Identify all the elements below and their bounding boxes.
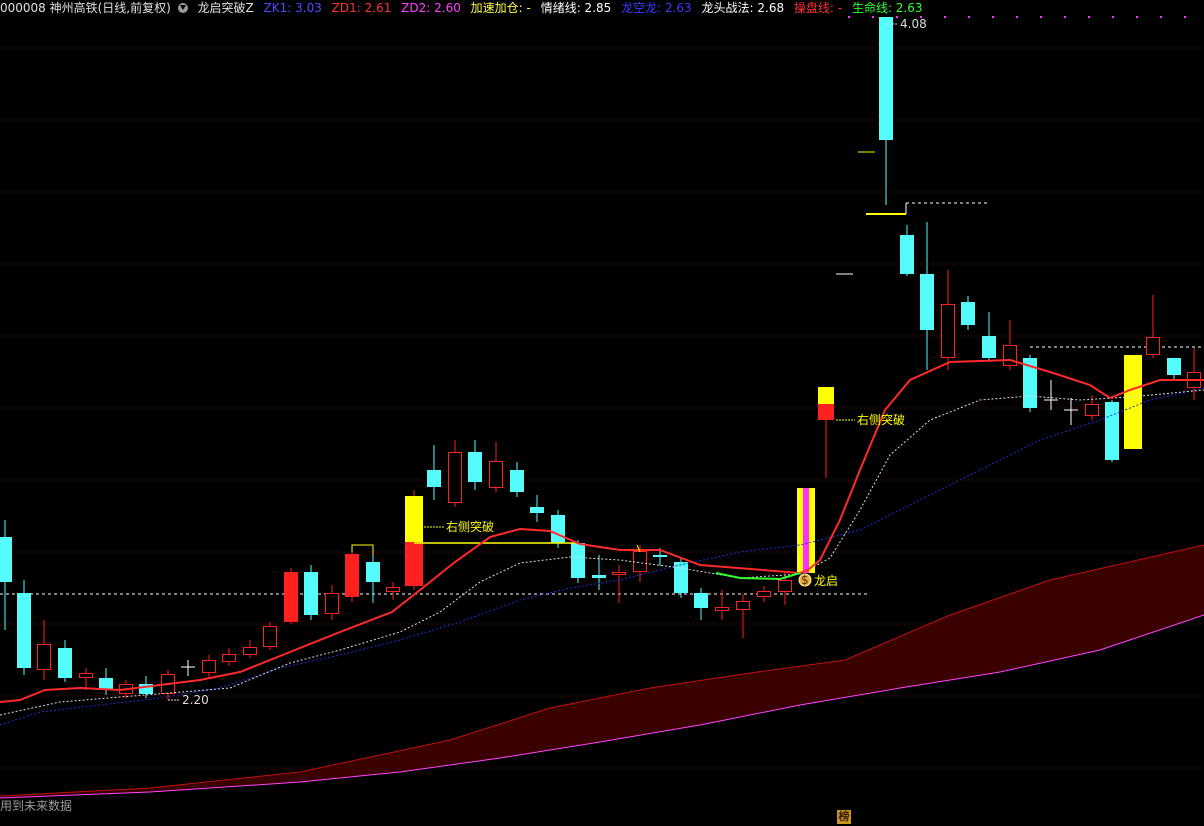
coin-symbol: $	[801, 573, 809, 587]
candle-body	[961, 302, 975, 325]
candle-body	[427, 470, 441, 487]
indicator-value-dragon-head: 龙头战法: 2.68	[701, 1, 785, 15]
candle-body	[551, 515, 565, 543]
life-line-segment	[715, 572, 801, 581]
breakout-bar	[818, 404, 834, 420]
header-dot	[1160, 16, 1162, 18]
candle-body	[920, 274, 934, 330]
indicator-value-zd2: ZD2: 2.60	[401, 1, 461, 15]
candle-body	[37, 644, 51, 670]
candle-body	[715, 607, 729, 611]
candle-body	[879, 17, 893, 140]
candle-body	[612, 572, 626, 575]
future-data-note: 用到未来数据	[0, 799, 73, 813]
indicator-value-zk1: ZK1: 3.03	[263, 1, 322, 15]
candle-body	[757, 591, 771, 597]
header-dot	[992, 16, 994, 18]
header-dot	[1184, 16, 1186, 18]
candle-body	[222, 654, 236, 662]
candle-body	[510, 470, 524, 492]
candle-body	[284, 572, 298, 622]
candle-body	[489, 461, 503, 488]
stock-title[interactable]: 000008 神州高铁(日线,前复权)	[0, 1, 171, 15]
high-price-label: 4.08	[900, 17, 927, 31]
indicator-value-sentiment: 情绪线: 2.85	[540, 1, 612, 15]
candle-body	[79, 673, 93, 678]
indicator-value-zd1: ZD1: 2.61	[331, 1, 392, 15]
candle-body	[633, 551, 647, 572]
indicator-name[interactable]: 龙启突破Z	[197, 1, 253, 15]
indicator-value-dragon-short: 龙空龙: 2.63	[621, 1, 692, 15]
candle-body	[1105, 402, 1119, 460]
candle-body	[366, 562, 380, 582]
low-price-label: 2.20	[182, 693, 209, 707]
indicator-value-accelerate: 加速加仓: -	[470, 1, 531, 15]
breakout-bar	[405, 542, 423, 586]
breakout-label: 右侧突破	[857, 412, 905, 427]
candle-body	[530, 507, 544, 513]
ma-blue-line	[0, 387, 1204, 726]
candle-body	[571, 543, 585, 578]
candle-body	[1167, 358, 1181, 375]
header-dot	[1064, 16, 1066, 18]
candle-body	[1085, 404, 1099, 416]
breakout-bar	[818, 387, 834, 404]
dragon-start-label: 龙启	[814, 574, 838, 588]
candle-body	[304, 572, 318, 615]
candle-body	[941, 304, 955, 358]
signal-bar	[803, 488, 809, 573]
breakout-bar	[1124, 355, 1142, 449]
candle-body	[674, 562, 688, 593]
candle-body	[263, 626, 277, 647]
candle-body	[736, 601, 750, 610]
candle-body	[202, 660, 216, 673]
candle-body	[694, 593, 708, 608]
header-dot	[944, 16, 946, 18]
candle-body	[468, 452, 482, 482]
header-dot	[1112, 16, 1114, 18]
candle-body	[325, 593, 339, 614]
candle-body	[0, 537, 12, 582]
candle-body	[653, 555, 667, 557]
level-bracket	[351, 544, 374, 555]
candle-body	[448, 452, 462, 503]
header-dot	[896, 16, 898, 18]
header-dot	[1088, 16, 1090, 18]
indicator-value-operate-line: 操盘线: -	[793, 1, 843, 15]
settings-dropdown-icon[interactable]	[177, 3, 188, 13]
rank-badge[interactable]: 榜	[837, 810, 851, 824]
header-dot	[1016, 16, 1018, 18]
candle-body	[592, 575, 606, 578]
candle-body	[982, 336, 996, 358]
candle-body	[58, 648, 72, 678]
candle-body	[345, 554, 359, 597]
candle-body	[386, 587, 400, 592]
indicator-value-life-line: 生命线: 2.63	[851, 1, 923, 15]
indicator-header: 000008 神州高铁(日线,前复权) 龙启突破Z ZK1: 3.03 ZD1:…	[0, 0, 1204, 16]
candle-body	[1146, 337, 1160, 355]
kline-chart[interactable]: 4.082.20右侧突破右侧突破$ 龙启	[0, 0, 1204, 826]
header-dot	[848, 16, 850, 18]
candle-body	[243, 647, 257, 655]
header-dot	[968, 16, 970, 18]
breakout-label: 右侧突破	[446, 519, 494, 534]
candle-body	[1003, 345, 1017, 366]
candle-body	[900, 235, 914, 274]
header-dot	[1136, 16, 1138, 18]
header-dot	[872, 16, 874, 18]
candle-body	[17, 593, 31, 668]
breakout-bar	[405, 496, 423, 542]
candle-body	[778, 580, 792, 592]
header-dot	[1040, 16, 1042, 18]
